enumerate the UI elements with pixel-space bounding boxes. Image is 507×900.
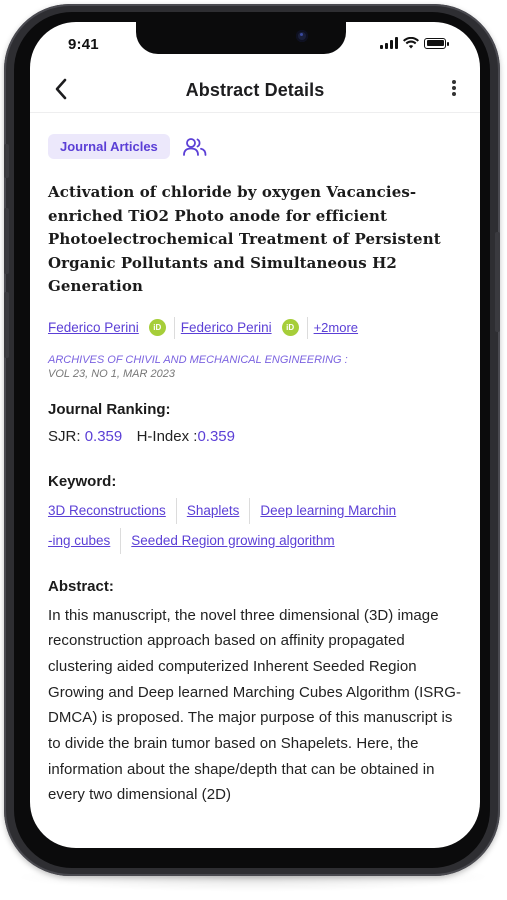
keywords-heading: Keyword: [48, 472, 117, 490]
status-time: 9:41 [68, 36, 99, 53]
sjr-label: SJR: [48, 427, 81, 445]
abstract-content: Journal Articles Activation of chloride … [48, 134, 466, 808]
people-icon[interactable] [182, 136, 208, 158]
power-button [495, 232, 500, 332]
divider [173, 316, 175, 339]
app-header: Abstract Details [30, 68, 480, 113]
ranking-heading: Journal Ranking: [48, 400, 171, 418]
volume-down-button [4, 292, 9, 358]
author-link[interactable]: Federico Perini [181, 320, 272, 335]
status-icons [380, 36, 449, 50]
author-list: Federico Perini iD Federico Perini iD +2… [48, 316, 466, 339]
article-type-badge: Journal Articles [48, 134, 170, 159]
journal-ranking-section: Journal Ranking: SJR: 0.359 H-Index :0.3… [48, 401, 466, 445]
more-vertical-icon[interactable] [450, 78, 458, 100]
keyword-link[interactable]: Seeded Region growing algorithm [131, 528, 344, 554]
author-link[interactable]: Federico Perini [48, 320, 139, 335]
tag-row: Journal Articles [48, 134, 466, 159]
keyword-list: 3D Reconstructions Shaplets Deep learnin… [48, 497, 466, 554]
signal-icon [380, 37, 398, 49]
divider [306, 316, 308, 339]
sjr-value: 0.359 [84, 427, 123, 445]
notch [136, 22, 346, 54]
keyword-link[interactable]: Deep learning Marchin [260, 498, 406, 524]
volume-up-button [4, 208, 9, 274]
orcid-icon[interactable]: iD [281, 319, 299, 336]
camera-icon [296, 30, 308, 42]
article-title: Activation of chloride by oxygen Vacanci… [48, 183, 441, 295]
hindex-value: 0.359 [197, 427, 235, 445]
keyword-link[interactable]: Shaplets [187, 497, 251, 524]
page-title: Abstract Details [185, 80, 325, 100]
orcid-icon[interactable]: iD [148, 319, 166, 336]
ranking-values: SJR: 0.359 H-Index :0.359 [48, 428, 466, 445]
journal-volume: VOL 23, NO 1, MAR 2023 [48, 367, 175, 380]
journal-info: ARCHIVES OF CHIVIL AND MECHANICAL ENGINE… [48, 353, 466, 381]
keyword-link[interactable]: 3D Reconstructions [48, 497, 177, 524]
abstract-heading: Abstract: [48, 577, 114, 595]
abstract-text: In this manuscript, the novel three dime… [48, 606, 461, 804]
keywords-section: Keyword: 3D Reconstructions Shaplets Dee… [48, 473, 466, 554]
mute-switch [4, 144, 9, 178]
more-authors-link[interactable]: +2more [314, 320, 358, 335]
app-screen: 9:41 Abstract Details Journal Articles A… [30, 22, 480, 848]
abstract-section: Abstract: In this manuscript, the novel … [48, 578, 466, 809]
keyword-link[interactable]: -ing cubes [48, 527, 122, 554]
journal-name: ARCHIVES OF CHIVIL AND MECHANICAL ENGINE… [48, 353, 348, 366]
wifi-icon [403, 37, 419, 49]
battery-icon [424, 37, 449, 49]
hindex-label: H-Index : [136, 427, 198, 445]
